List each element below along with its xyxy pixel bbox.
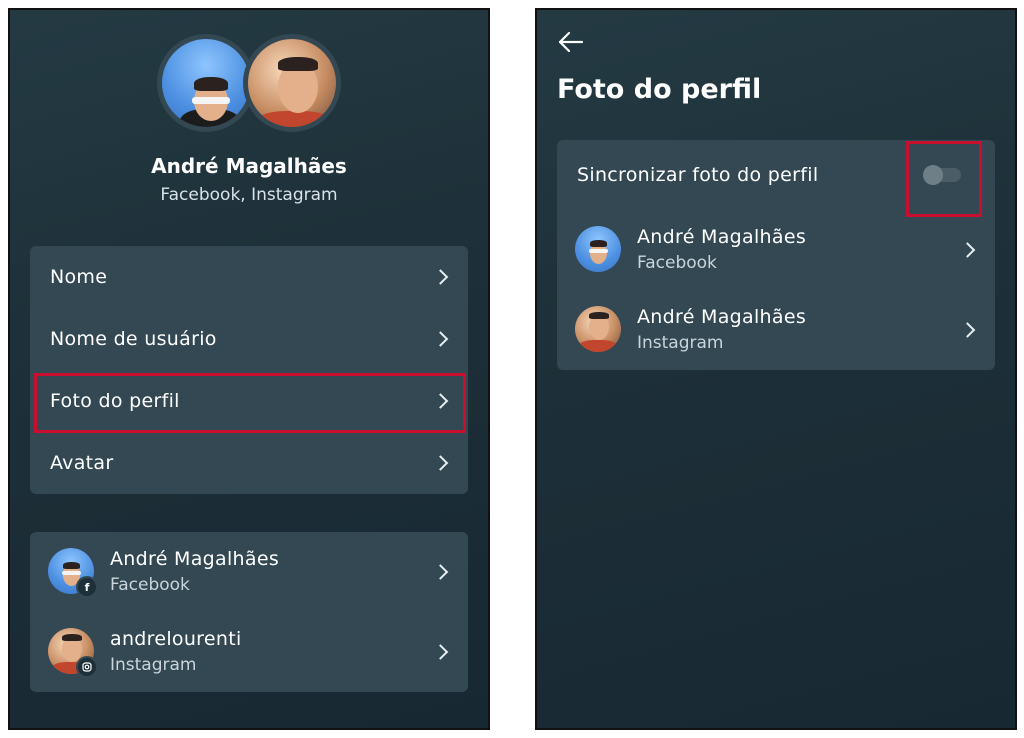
- profile-photo-screen: Foto do perfil Sincronizar foto do perfi…: [535, 8, 1017, 730]
- menu-item-label: Avatar: [50, 452, 114, 474]
- account-name: andrelourenti: [110, 628, 242, 650]
- menu-item-label: Nome: [50, 266, 108, 288]
- facebook-icon: f: [76, 576, 98, 598]
- account-row-facebook[interactable]: f André Magalhães Facebook: [30, 532, 468, 612]
- photo-account-row-instagram[interactable]: André Magalhães Instagram: [557, 290, 995, 370]
- chevron-right-icon: [432, 455, 449, 471]
- highlight-box: [906, 141, 982, 217]
- account-name: André Magalhães: [110, 548, 280, 570]
- accounts-center-screen: André Magalhães Facebook, Instagram Nome…: [8, 8, 490, 730]
- account-platform: Facebook: [110, 575, 190, 595]
- instagram-profile-photo: [243, 34, 341, 132]
- sync-photo-label: Sincronizar foto do perfil: [577, 164, 819, 186]
- linked-accounts-card: f André Magalhães Facebook andrelourenti…: [30, 532, 468, 692]
- account-platform: Instagram: [637, 333, 724, 353]
- menu-item-name[interactable]: Nome: [30, 246, 468, 308]
- chevron-right-icon: [959, 242, 976, 258]
- chevron-right-icon: [432, 564, 449, 580]
- facebook-profile-photo: [157, 34, 255, 132]
- chevron-right-icon: [432, 644, 449, 660]
- profile-settings-card: Nome Nome de usuário Foto do perfil Avat…: [30, 246, 468, 494]
- menu-item-avatar[interactable]: Avatar: [30, 432, 468, 494]
- highlight-box: [34, 373, 466, 433]
- chevron-right-icon: [959, 322, 976, 338]
- page-title: Foto do perfil: [557, 74, 762, 105]
- back-arrow-icon[interactable]: [557, 30, 585, 54]
- menu-item-label: Nome de usuário: [50, 328, 217, 350]
- account-avatar: [575, 306, 621, 352]
- profile-name: André Magalhães: [151, 154, 347, 178]
- account-platform: Facebook: [637, 253, 717, 273]
- photo-account-row-facebook[interactable]: André Magalhães Facebook: [557, 210, 995, 290]
- account-name: André Magalhães: [637, 226, 807, 248]
- instagram-icon: [76, 656, 98, 678]
- chevron-right-icon: [432, 331, 449, 347]
- account-platform: Instagram: [110, 655, 197, 675]
- account-name: André Magalhães: [637, 306, 807, 328]
- account-row-instagram[interactable]: andrelourenti Instagram: [30, 612, 468, 692]
- chevron-right-icon: [432, 269, 449, 285]
- menu-item-username[interactable]: Nome de usuário: [30, 308, 468, 370]
- account-avatar: [575, 226, 621, 272]
- profile-accounts-summary: Facebook, Instagram: [160, 185, 338, 205]
